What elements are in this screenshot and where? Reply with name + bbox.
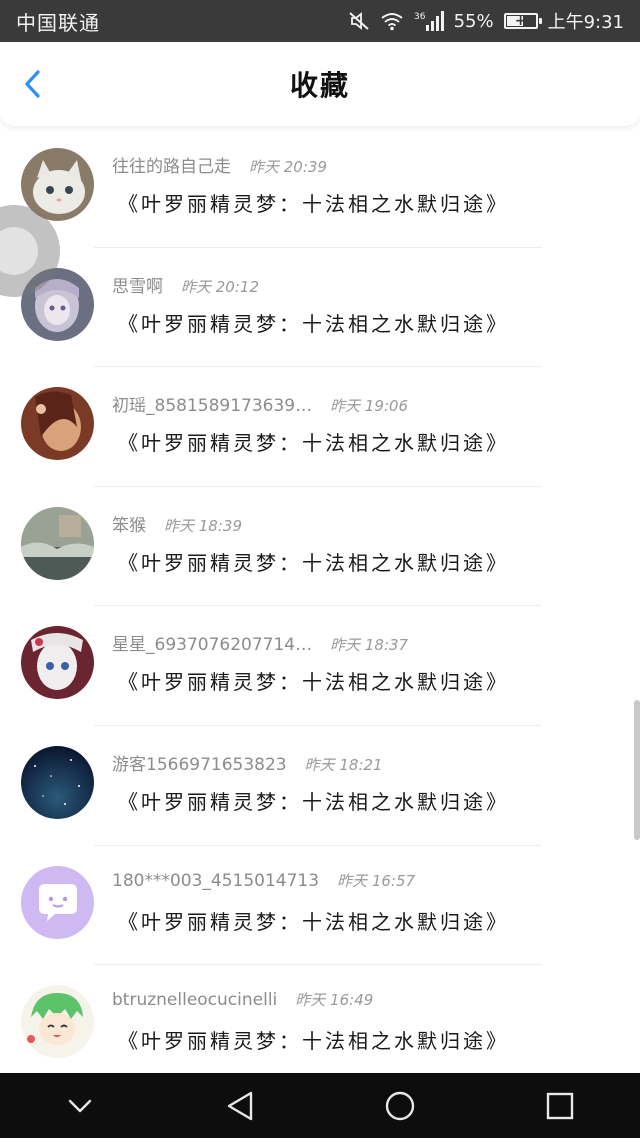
book-title: 《叶罗丽精灵梦：十法相之水默归途》 [118,311,509,336]
timestamp: 昨天 16:57 [337,871,416,890]
timestamp: 昨天 16:49 [295,991,374,1010]
book-title: 《叶罗丽精灵梦：十法相之水默归途》 [118,431,509,456]
user-name: 星星_6937076207714… [112,635,313,656]
home-nav-button[interactable] [368,1081,432,1131]
timestamp: 昨天 18:39 [164,516,242,535]
timestamp: 昨天 20:12 [181,277,259,296]
home-circle-icon [385,1091,415,1120]
favorites-list: 往往的路自己走 昨天 20:39 《叶罗丽精灵梦：十法相之水默归途》 思雪啊 昨… [0,128,640,1085]
avatar [21,985,94,1059]
user-name: 初瑶_8581589173639… [112,396,313,417]
timestamp: 昨天 18:21 [304,755,383,774]
navigation-bar [0,1073,640,1138]
list-item[interactable]: 往往的路自己走 昨天 20:39 《叶罗丽精灵梦：十法相之水默归途》 [0,128,640,248]
floating-button-core [0,227,38,275]
list-item[interactable]: 笨猴 昨天 18:39 《叶罗丽精灵梦：十法相之水默归途》 [0,487,640,607]
list-item[interactable]: 思雪啊 昨天 20:12 《叶罗丽精灵梦：十法相之水默归途》 [0,248,640,368]
scrollbar[interactable] [634,700,640,840]
avatar [21,865,94,939]
hide-nav-button[interactable] [48,1081,112,1131]
back-button[interactable] [18,68,50,100]
signal-label: 36 [414,12,426,22]
header: 收藏 [0,42,640,126]
list-item[interactable]: 游客1566971653823 昨天 18:21 《叶罗丽精灵梦：十法相之水默归… [0,726,640,846]
list-item[interactable]: 180***003_4515014713 昨天 16:57 《叶罗丽精灵梦：十法… [0,846,640,966]
book-title: 《叶罗丽精灵梦：十法相之水默归途》 [118,670,509,695]
back-triangle-icon [227,1091,253,1120]
page-title: 收藏 [289,69,350,102]
list-item[interactable]: btruznelleocucinelli 昨天 16:49 《叶罗丽精灵梦：十法… [0,965,640,1085]
timestamp: 昨天 18:37 [330,636,409,655]
list-item[interactable]: 初瑶_8581589173639… 昨天 19:06 《叶罗丽精灵梦：十法相之水… [0,367,640,487]
book-title: 《叶罗丽精灵梦：十法相之水默归途》 [118,192,509,216]
avatar [21,387,94,461]
user-name: 笨猴 [112,515,146,536]
user-name: btruznelleocucinelli [112,990,278,1011]
user-name: 180***003_4515014713 [112,870,320,891]
cellular-signal-icon: 36 [414,10,444,32]
status-icons: 36 55% + 上午9:31 [348,8,624,34]
timestamp: 昨天 19:06 [330,397,409,416]
timestamp: 昨天 20:39 [249,158,327,176]
status-bar: 中国联通 36 55% + 上午9:31 [0,0,640,42]
recents-square-icon [546,1092,574,1119]
battery-percent: 55% [453,10,494,32]
clock: 上午9:31 [547,12,624,33]
book-title: 《叶罗丽精灵梦：十法相之水默归途》 [118,550,509,575]
user-name: 思雪啊 [112,276,163,297]
list-item[interactable]: 星星_6937076207714… 昨天 18:37 《叶罗丽精灵梦：十法相之水… [0,606,640,726]
chevron-left-icon [25,70,40,98]
avatar [21,626,94,700]
recents-nav-button[interactable] [528,1081,592,1131]
book-title: 《叶罗丽精灵梦：十法相之水默归途》 [118,789,509,814]
book-title: 《叶罗丽精灵梦：十法相之水默归途》 [118,1029,509,1054]
user-name: 游客1566971653823 [112,754,287,775]
back-nav-button[interactable] [208,1081,272,1131]
avatar [21,506,94,580]
book-title: 《叶罗丽精灵梦：十法相之水默归途》 [118,909,509,934]
chat-bubble-icon [21,865,94,939]
battery-icon: + [503,13,542,29]
mute-icon [348,11,370,31]
carrier-label: 中国联通 [16,10,100,35]
wifi-icon [380,11,404,31]
chevron-down-icon [68,1099,92,1112]
user-name: 往往的路自己走 [112,157,231,177]
avatar [21,745,94,819]
